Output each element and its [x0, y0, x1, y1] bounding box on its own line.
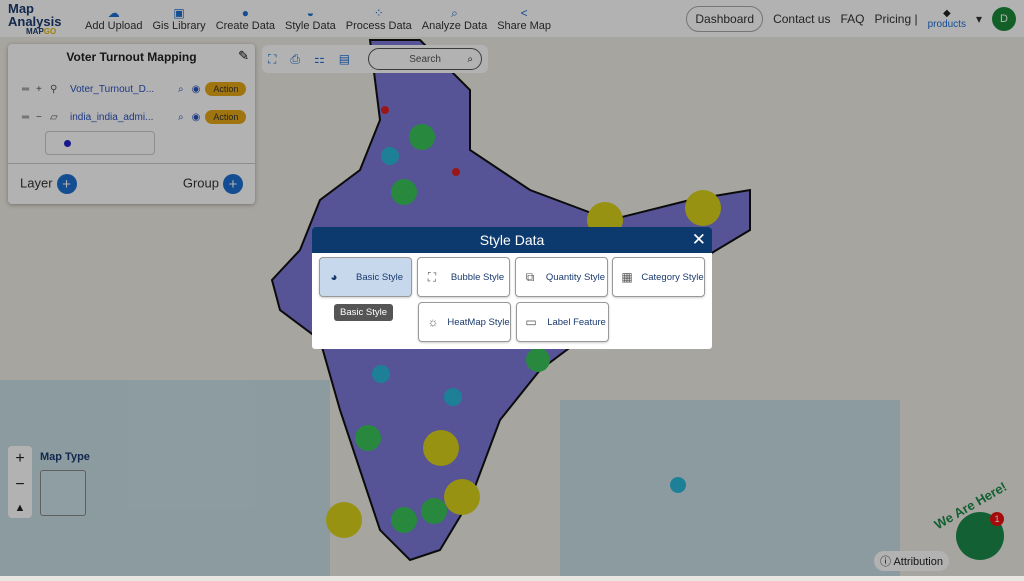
- label-icon: ▭: [525, 315, 537, 329]
- heatmap-style-option[interactable]: ☼ HeatMap Style: [418, 302, 511, 342]
- boxes-icon: ⧉: [525, 269, 535, 284]
- basic-style-option[interactable]: ◕ Basic Style: [319, 257, 412, 297]
- option-label: Label Feature: [547, 316, 606, 328]
- bubble-icon: ⛶: [427, 269, 437, 284]
- quantity-style-option[interactable]: ⧉ Quantity Style: [515, 257, 608, 297]
- category-style-option[interactable]: ▦ Category Style: [612, 257, 705, 297]
- option-label: Quantity Style: [545, 271, 606, 283]
- option-label: Basic Style: [356, 271, 403, 283]
- grid-icon: ▦: [621, 270, 633, 284]
- option-label: HeatMap Style: [447, 316, 510, 328]
- option-label: Category Style: [641, 271, 704, 283]
- heatmap-icon: ☼: [427, 315, 439, 329]
- bubble-style-option[interactable]: ⛶ Bubble Style: [417, 257, 510, 297]
- modal-title: Style Data: [479, 232, 545, 248]
- label-feature-option[interactable]: ▭ Label Feature: [516, 302, 609, 342]
- close-icon[interactable]: ✕: [692, 227, 706, 253]
- tooltip: Basic Style: [334, 304, 393, 321]
- style-data-modal: Style Data ✕ ◕ Basic Style ⛶ Bubble Style ⧉…: [312, 227, 712, 349]
- brush-icon: ◕: [330, 270, 338, 284]
- option-label: Bubble Style: [450, 271, 505, 283]
